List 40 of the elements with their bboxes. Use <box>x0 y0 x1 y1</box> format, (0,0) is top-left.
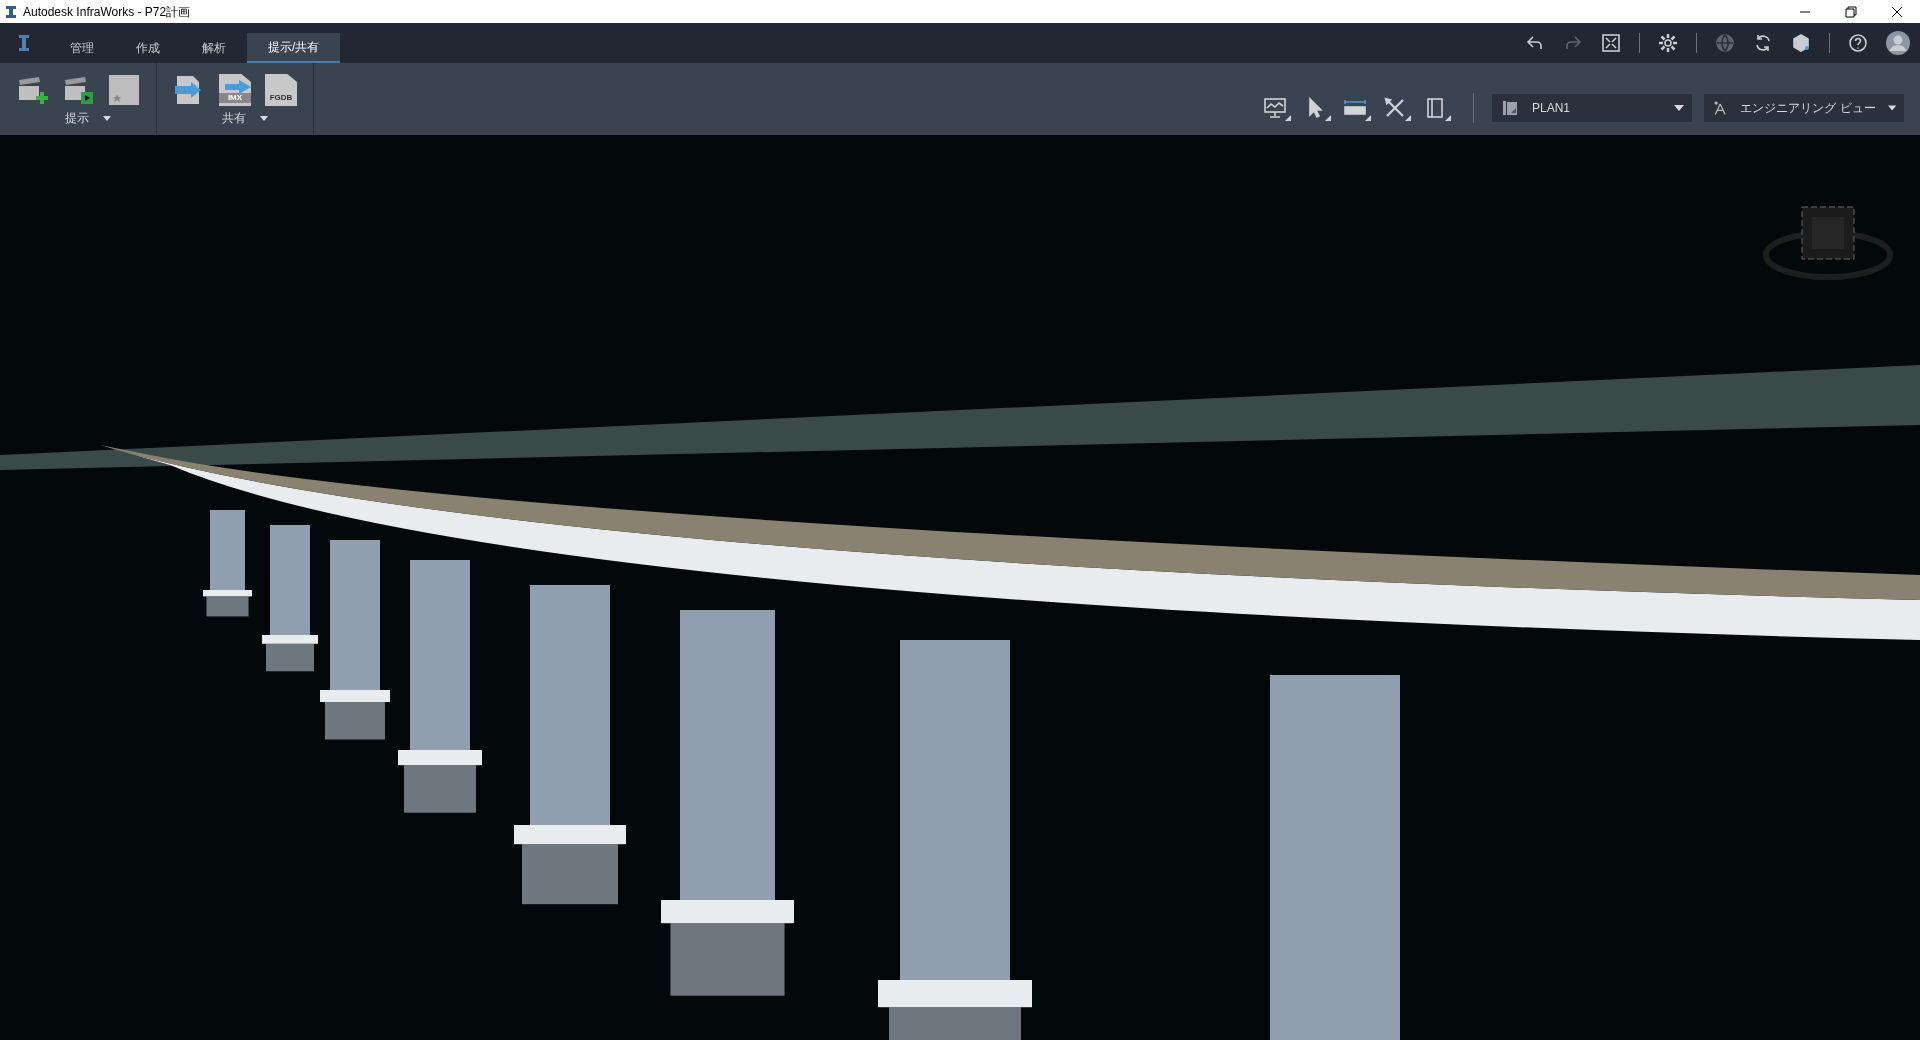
app-logo-icon <box>5 4 17 19</box>
ribbon-tab[interactable]: 解析 <box>181 33 247 63</box>
clapper-play-icon <box>62 74 94 106</box>
corner-arrow-icon <box>1285 115 1291 121</box>
ribbon-tab[interactable]: 管理 <box>49 33 115 63</box>
corner-arrow-icon <box>1365 115 1371 121</box>
caret-icon <box>260 115 268 121</box>
panel-menu-button[interactable]: 共有 <box>202 109 268 127</box>
ribbon-tool-button[interactable]: FGDB <box>263 73 299 107</box>
caret-icon <box>1887 105 1896 111</box>
ribbon-tab[interactable]: 作成 <box>115 33 181 63</box>
view-dropdown[interactable]: エンジニアリング ビュー <box>1704 94 1904 122</box>
ribbon-tool-button[interactable]: IMX <box>217 73 253 107</box>
user-avatar-icon[interactable] <box>1886 31 1910 55</box>
settings-icon[interactable] <box>1658 33 1678 53</box>
corner-arrow-icon <box>1405 115 1411 121</box>
monitor-icon[interactable] <box>1263 96 1287 120</box>
restore-icon[interactable] <box>1845 5 1857 18</box>
window-title: Autodesk InfraWorks - P72計画 <box>23 3 191 21</box>
clapper-add-icon <box>16 74 48 106</box>
ribbon-tab[interactable]: 提示/共有 <box>247 33 341 63</box>
app-menu-icon[interactable] <box>19 35 29 51</box>
fit-view-icon[interactable] <box>1601 33 1621 53</box>
ribbon-tool-button[interactable] <box>106 73 142 107</box>
sync-icon[interactable] <box>1753 33 1773 53</box>
caret-icon <box>103 115 111 121</box>
corner-arrow-icon <box>1445 115 1451 121</box>
panel-menu-button[interactable]: 提示 <box>45 109 111 127</box>
star-tile-icon <box>108 74 140 106</box>
view-dropdown[interactable]: PLAN1 <box>1492 94 1692 122</box>
3d-viewport[interactable] <box>0 135 1920 1040</box>
cube-share-icon[interactable] <box>1791 33 1811 53</box>
file-type-label: FGDB <box>268 93 294 103</box>
file-type-label: IMX <box>219 93 251 103</box>
arrow-icon <box>225 80 251 94</box>
close-icon[interactable] <box>1891 5 1903 18</box>
help-icon[interactable] <box>1848 33 1868 53</box>
caret-icon <box>1674 105 1684 111</box>
corner-arrow-icon <box>1325 115 1331 121</box>
map-icon <box>1500 98 1520 118</box>
